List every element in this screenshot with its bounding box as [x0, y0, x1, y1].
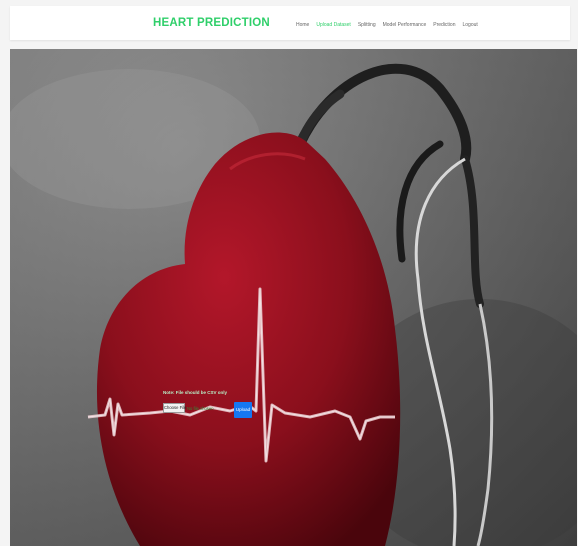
nav-item-splitting[interactable]: Splitting: [358, 22, 376, 28]
choose-file-button[interactable]: Choose File: [163, 403, 186, 413]
nav-item-upload-dataset[interactable]: Upload Dataset: [316, 22, 350, 28]
nav-item-home[interactable]: Home: [296, 22, 309, 28]
hero-banner: Note: File should be CSV only Choose Fil…: [10, 49, 577, 546]
brand-title[interactable]: HEART PREDICTION: [153, 17, 270, 29]
upload-button[interactable]: Upload: [234, 402, 252, 418]
no-file-chosen-text: No file chosen: [187, 406, 214, 411]
nav-menu: Home Upload Dataset Splitting Model Perf…: [296, 20, 478, 30]
upload-note: Note: File should be CSV only: [163, 390, 228, 395]
navbar: HEART PREDICTION Home Upload Dataset Spl…: [10, 6, 570, 40]
nav-item-logout[interactable]: Logout: [462, 22, 477, 28]
nav-item-prediction[interactable]: Prediction: [433, 22, 455, 28]
nav-item-model-performance[interactable]: Model Performance: [383, 22, 427, 28]
heart-stethoscope-image: [10, 49, 577, 546]
